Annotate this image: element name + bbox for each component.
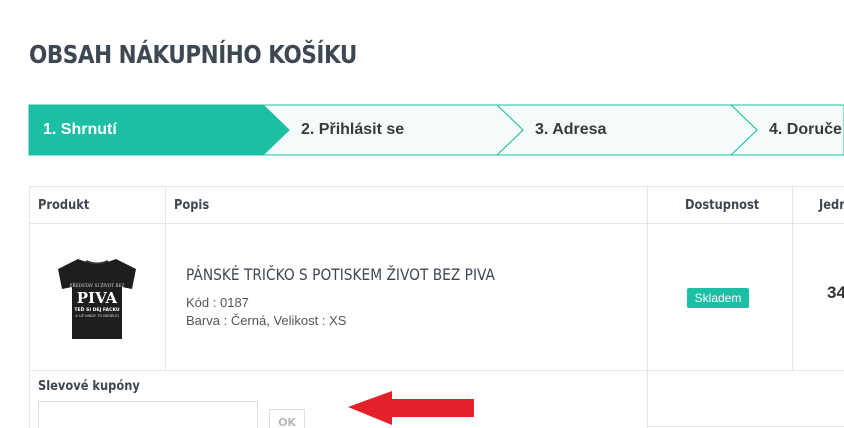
size-label: Velikost : [273,313,326,328]
header-product: Produkt [38,198,90,213]
coupon-ok-button[interactable]: OK [269,409,305,428]
page-title: OBSAH NÁKUPNÍHO KOŠÍKU [29,40,357,69]
step-1-label[interactable]: 1. Shrnutí [43,121,117,139]
color-label: Barva : [186,313,228,328]
code-label: Kód : [186,295,217,310]
unit-price: 34 [827,283,844,302]
header-description: Popis [174,198,210,213]
col-divider-2 [647,187,648,428]
product-name-link[interactable]: PÁNSKÉ TRIČKO S POTISKEM ŽIVOT BEZ PIVA [186,265,495,284]
summary-divider [647,426,844,427]
stock-status-badge: Skladem [687,288,749,308]
product-image[interactable]: PŘEDSTAV SI ŽIVOT BEZ PIVA TEĎ SI DEJ FA… [56,255,138,340]
checkout-steps: 1. Shrnutí 2. Přihlásit se 3. Adresa 4. … [0,104,844,156]
step-2-label[interactable]: 2. Přihlásit se [301,121,404,139]
image-line-2: PIVA [77,289,118,307]
red-arrow-icon [348,391,474,425]
header-availability: Dostupnost [685,198,760,213]
coupon-input[interactable] [38,401,258,428]
coupon-title: Slevové kupóny [38,379,140,394]
step-4-label[interactable]: 4. Doruče [769,121,842,139]
image-line-3: TEĎ SI DEJ FACKU [74,306,120,313]
col-divider-1 [165,187,166,370]
col-divider-3 [792,187,793,370]
color-value: Černá, [230,313,270,328]
code-value: 0187 [219,295,249,310]
image-line-1: PŘEDSTAV SI ŽIVOT BEZ [70,283,125,288]
product-variant: Barva : Černá, Velikost : XS [186,313,346,328]
row-divider [30,370,844,371]
size-value: XS [329,313,347,328]
steps-graphic [28,104,844,156]
header-divider [30,223,844,224]
header-unit-price: Jedn [819,198,844,213]
product-code: Kód : 0187 [186,295,249,310]
cart-table: Produkt Popis Dostupnost Jedn PŘEDSTAV S… [29,186,844,428]
step-3-label[interactable]: 3. Adresa [535,121,606,139]
image-line-4: A UŽ NIKDY TO NEDĚLEJ [75,313,118,318]
